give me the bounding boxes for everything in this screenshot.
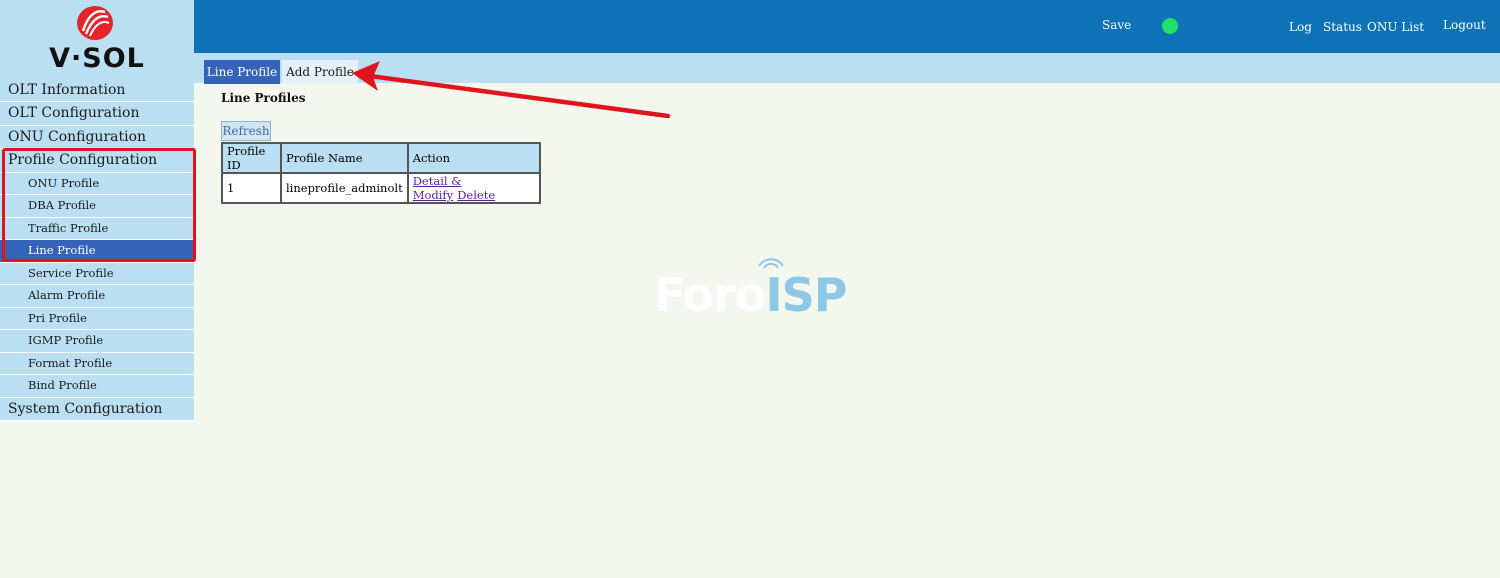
logout-link[interactable]: Logout [1443,18,1486,32]
sidebar-item-alarm-profile[interactable]: Alarm Profile [0,285,194,308]
sidebar-item-olt-information[interactable]: OLT Information [0,79,194,103]
detail-modify-link[interactable]: Detail & Modify [413,174,462,202]
nav-status-link[interactable]: Status [1323,20,1362,34]
column-header-profile-id: Profile ID [221,142,282,174]
tab-line-profile[interactable]: Line Profile [204,60,280,84]
sidebar-item-format-profile[interactable]: Format Profile [0,352,194,376]
sidebar-item-bind-profile[interactable]: Bind Profile [0,375,194,398]
column-header-action: Action [406,142,541,174]
cell-action: Detail & Modify Delete [406,172,541,204]
vsol-logo: V·SOL [0,0,194,79]
status-indicator-icon [1162,18,1178,34]
refresh-button[interactable]: Refresh [221,121,271,141]
sidebar-item-onu-configuration[interactable]: ONU Configuration [0,125,194,150]
sidebar-item-dba-profile[interactable]: DBA Profile [0,195,194,218]
save-button[interactable]: Save [1102,18,1131,32]
sidebar-item-system-configuration[interactable]: System Configuration [0,397,194,421]
page-title: Line Profiles [221,91,306,105]
sidebar-item-service-profile[interactable]: Service Profile [0,262,194,286]
cell-profile-id: 1 [221,172,282,204]
sidebar-item-olt-configuration[interactable]: OLT Configuration [0,102,194,126]
watermark-isp-text: ISP [765,268,847,322]
delete-link[interactable]: Delete [457,188,495,202]
sidebar-item-line-profile[interactable]: Line Profile [0,240,194,263]
sidebar-item-profile-configuration[interactable]: Profile Configuration [0,149,194,173]
nav-onu-list-link[interactable]: ONU List [1367,20,1424,34]
sidebar-item-traffic-profile[interactable]: Traffic Profile [0,217,194,241]
sidebar-menu: OLT Information OLT Configuration ONU Co… [0,79,194,421]
column-header-profile-name: Profile Name [280,142,409,174]
sidebar-item-pri-profile[interactable]: Pri Profile [0,307,194,331]
nav-log-link[interactable]: Log [1289,20,1312,34]
cell-profile-name: lineprofile_adminolt [280,172,409,204]
top-header-bar: Save Log Status ONU List Logout [194,0,1500,53]
tab-bar: Line Profile Add Profile [194,53,1500,84]
sidebar-item-onu-profile[interactable]: ONU Profile [0,172,194,196]
table-header-row: Profile ID Profile Name Action [221,142,541,174]
line-profiles-table: Profile ID Profile Name Action 1 linepro… [221,142,541,204]
vsol-emblem-icon [77,6,113,40]
foroisp-watermark: ForoISP [654,268,847,322]
table-row: 1 lineprofile_adminolt Detail & Modify De… [221,172,541,204]
watermark-foro-text: Foro [654,268,766,322]
sidebar-item-igmp-profile[interactable]: IGMP Profile [0,330,194,353]
tab-add-profile[interactable]: Add Profile [282,60,358,84]
logo-text: V·SOL [49,43,145,74]
